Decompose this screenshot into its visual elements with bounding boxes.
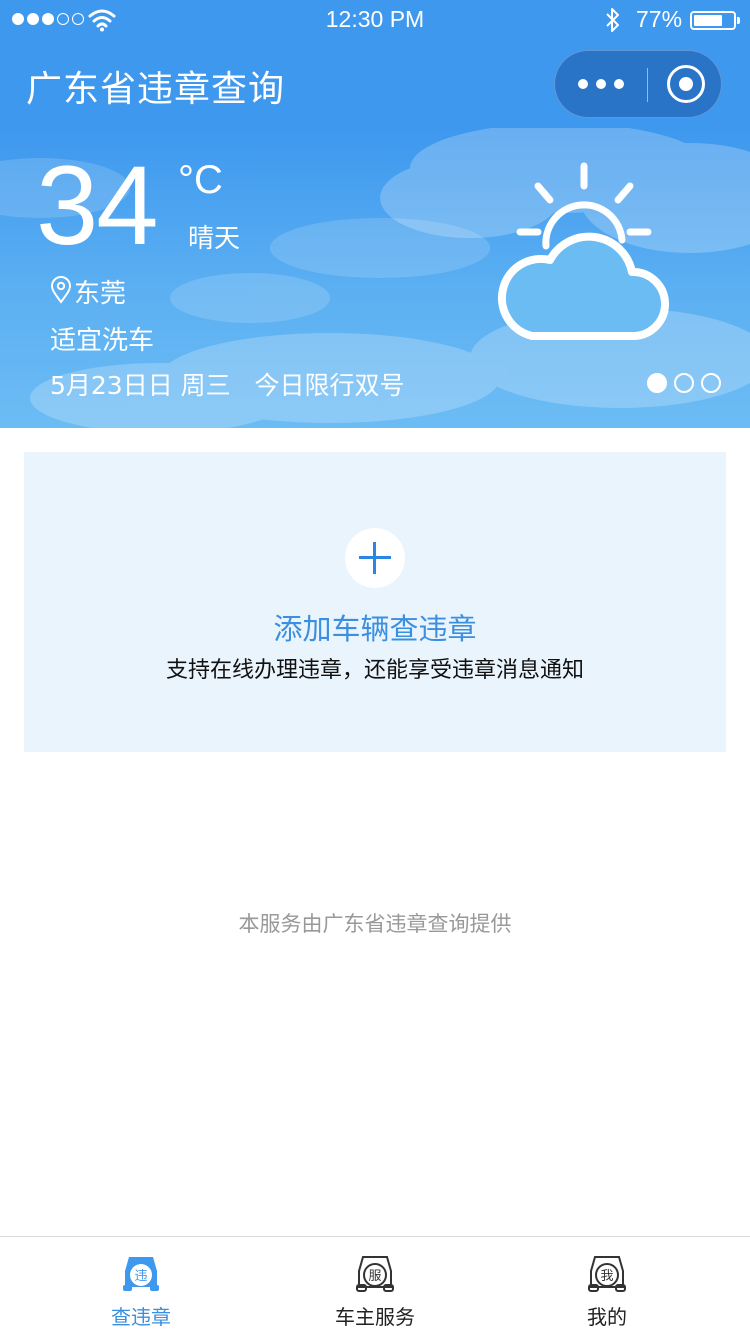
car-profile-icon: 我	[588, 1256, 626, 1292]
bluetooth-icon	[606, 8, 619, 32]
status-bar: 12:30 PM 77%	[0, 0, 750, 40]
temperature: 34	[36, 143, 159, 268]
service-provider-note: 本服务由广东省违章查询提供	[238, 912, 512, 936]
city-name[interactable]: 东莞	[74, 273, 126, 310]
tab-owner-services[interactable]: 服 车主服务	[250, 1237, 500, 1334]
weather-condition: 晴天	[188, 224, 241, 254]
tab-label: 查违章	[111, 1305, 171, 1329]
pagination-dot[interactable]	[674, 373, 694, 393]
pagination-dot[interactable]	[701, 373, 721, 393]
svg-text:我: 我	[600, 1269, 613, 1284]
svg-text:违: 违	[134, 1269, 147, 1284]
battery-percent: 77%	[636, 6, 683, 32]
tab-bar: 违 查违章 服 车主服务 我 我的	[0, 1236, 750, 1334]
car-violation-icon: 违	[123, 1257, 159, 1291]
capsule-divider	[647, 68, 648, 102]
sun-cloud-icon	[497, 162, 669, 340]
car-wash-index: 适宜洗车	[50, 326, 155, 356]
pagination-dot[interactable]	[647, 373, 667, 393]
car-service-icon: 服	[356, 1256, 394, 1292]
target-close-icon[interactable]	[667, 65, 705, 103]
date-restriction-line: 5月23日日 周三 今日限行双号	[50, 371, 405, 400]
page-title: 广东省违章查询	[26, 69, 286, 110]
location-pin-icon	[50, 276, 72, 304]
tab-label: 车主服务	[335, 1305, 415, 1329]
temperature-unit: °C	[178, 158, 223, 202]
tab-query-violations[interactable]: 违 查违章	[16, 1237, 266, 1334]
nav-bar: 广东省违章查询	[0, 40, 750, 128]
tab-label: 我的	[587, 1305, 627, 1329]
plus-icon[interactable]	[345, 528, 405, 588]
mini-program-capsule	[554, 50, 722, 118]
banner-pagination	[647, 373, 721, 393]
weather-banner[interactable]: 34 °C 晴天 东莞 适宜洗车 5月23日日 周三 今日限行双号	[0, 128, 750, 428]
tab-mine[interactable]: 我 我的	[482, 1237, 732, 1334]
battery-level	[694, 15, 723, 26]
add-vehicle-subtitle: 支持在线办理违章，还能享受违章消息通知	[165, 658, 584, 683]
add-vehicle-card[interactable]: 添加车辆查违章 支持在线办理违章，还能享受违章消息通知	[24, 452, 726, 752]
more-dots-icon[interactable]	[555, 51, 647, 117]
svg-text:服: 服	[368, 1269, 381, 1284]
battery-icon	[690, 11, 740, 30]
add-vehicle-title[interactable]: 添加车辆查违章	[24, 606, 726, 648]
